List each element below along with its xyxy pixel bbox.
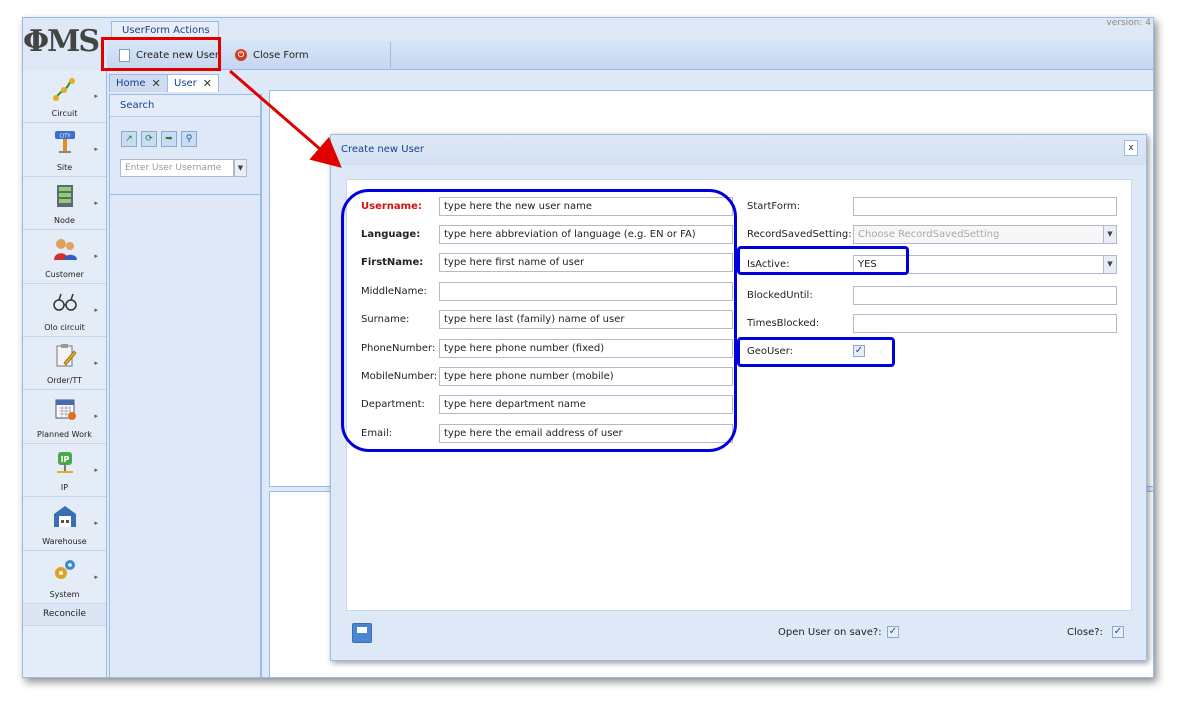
close-after-save-label: Close?:: [1067, 627, 1103, 638]
version-text: version: 4: [1106, 18, 1151, 28]
close-after-save-checkbox[interactable]: ✓: [1112, 626, 1124, 638]
sidebar-label: Olo circuit: [44, 322, 85, 332]
chevron-right-icon: ▸: [94, 465, 98, 474]
annotation-blue-outline-left-fields: [341, 189, 737, 452]
app-logo: ΦMS: [23, 24, 100, 59]
recordsavedsetting-label: RecordSavedSetting:: [747, 229, 852, 240]
chevron-right-icon: ▸: [94, 572, 98, 581]
toolbar: Create new User ⏻ Close Form: [107, 40, 1153, 70]
chevron-right-icon: ▸: [94, 305, 98, 314]
sidebar-item-system[interactable]: System ▸: [23, 551, 106, 604]
svg-text:IP: IP: [60, 455, 69, 464]
chevron-right-icon: ▸: [94, 519, 98, 528]
chevron-right-icon: ▸: [94, 92, 98, 100]
tab-home[interactable]: Home ✕: [109, 74, 168, 92]
tab-user[interactable]: User ✕: [167, 74, 220, 92]
node-rack-icon: [56, 184, 73, 207]
export-icon[interactable]: ↗: [121, 131, 137, 147]
sidebar-label: Planned Work: [37, 429, 92, 439]
dialog-title: Create new User: [331, 135, 1146, 165]
tab-strip: Home ✕ User ✕: [109, 72, 269, 92]
sidebar-item-customer[interactable]: Customer ▸: [23, 230, 106, 284]
refresh-icon[interactable]: ⟳: [141, 131, 157, 147]
search-username-input[interactable]: Enter User Username: [120, 159, 234, 177]
startform-input[interactable]: [853, 197, 1117, 216]
circuit-icon: [52, 78, 75, 101]
sidebar-label: Customer: [45, 269, 84, 279]
gears-icon: [54, 559, 75, 579]
sidebar-label: Circuit: [51, 109, 78, 119]
open-on-save-checkbox[interactable]: ✓: [887, 626, 899, 638]
chevron-right-icon: ▸: [94, 198, 98, 207]
close-form-label: Close Form: [253, 49, 309, 61]
clipboard-pencil-icon: [56, 343, 76, 367]
chevron-down-icon[interactable]: ▼: [1103, 226, 1116, 243]
chevron-right-icon: ▸: [94, 145, 98, 154]
sidebar-item-olo-circuit[interactable]: Olo circuit ▸: [23, 284, 106, 337]
power-icon: ⏻: [235, 49, 247, 61]
dialog-close-button[interactable]: x: [1124, 140, 1138, 156]
sidebar: Circuit ▸ CITY Site ▸ Node ▸ Customer ▸ …: [23, 70, 107, 677]
blockeduntil-label: BlockedUntil:: [747, 290, 813, 301]
search-toolbar: ↗ ⟳ ➥ ⚲: [121, 131, 197, 147]
sidebar-item-site[interactable]: CITY Site ▸: [23, 123, 106, 177]
recordsavedsetting-select[interactable]: Choose RecordSavedSetting: [853, 225, 1117, 244]
close-icon[interactable]: ✕: [152, 77, 161, 90]
sidebar-label: Order/TT: [46, 376, 83, 386]
annotation-red-box: [101, 37, 221, 71]
sidebar-item-circuit[interactable]: Circuit ▸: [23, 70, 106, 124]
search-panel-title: Search: [110, 95, 260, 117]
annotation-blue-box-geouser: [737, 337, 895, 367]
sidebar-label: System: [49, 589, 80, 599]
chevron-right-icon: ▸: [94, 358, 98, 367]
field-startform: StartForm:: [743, 197, 1128, 217]
sidebar-label: Warehouse: [42, 536, 87, 546]
tab-home-label: Home: [116, 78, 146, 89]
ip-icon: IP: [56, 451, 73, 473]
sidebar-item-reconcile[interactable]: Reconcile: [23, 603, 106, 626]
timesblocked-input[interactable]: [853, 314, 1117, 333]
sidebar-item-order-tt[interactable]: Order/TT ▸: [23, 337, 106, 391]
customer-users-icon: [53, 239, 77, 261]
chevron-right-icon: ▸: [94, 412, 98, 421]
search-panel-body: [110, 117, 260, 195]
sidebar-label: IP: [60, 483, 69, 493]
svg-text:CITY: CITY: [59, 134, 71, 140]
panel-splitter[interactable]: [261, 94, 269, 677]
field-blockeduntil: BlockedUntil:: [743, 286, 1128, 306]
sidebar-label: Site: [56, 162, 73, 172]
search-panel: Search: [109, 94, 261, 677]
close-form-button[interactable]: ⏻ Close Form: [229, 44, 315, 66]
dialog-footer: Open User on save?: ✓ Close?: ✓: [331, 610, 1146, 660]
binoculars-icon[interactable]: ⚲: [181, 131, 197, 147]
calendar-icon: [55, 399, 76, 421]
forward-icon[interactable]: ➥: [161, 131, 177, 147]
sidebar-item-node[interactable]: Node ▸: [23, 177, 106, 231]
sidebar-label: Node: [54, 216, 75, 226]
chevron-down-icon[interactable]: ▼: [1103, 256, 1116, 273]
sidebar-item-ip[interactable]: IP IP ▸: [23, 444, 106, 498]
timesblocked-label: TimesBlocked:: [747, 318, 820, 329]
city-sign-icon: CITY: [54, 131, 75, 154]
annotation-blue-box-isactive: [737, 246, 909, 275]
chevron-down-icon[interactable]: ▼: [234, 159, 247, 177]
sidebar-item-warehouse[interactable]: Warehouse ▸: [23, 497, 106, 551]
sidebar-item-planned-work[interactable]: Planned Work ▸: [23, 390, 106, 444]
field-timesblocked: TimesBlocked:: [743, 314, 1128, 334]
startform-label: StartForm:: [747, 201, 800, 212]
tab-user-label: User: [174, 78, 197, 89]
save-button[interactable]: [352, 623, 372, 643]
toolbar-separator: [390, 42, 391, 68]
close-icon[interactable]: ✕: [203, 77, 212, 90]
olo-circuit-icon: [52, 293, 77, 311]
warehouse-icon: [53, 506, 76, 528]
open-on-save-label: Open User on save?:: [778, 627, 882, 638]
blockeduntil-input[interactable]: [853, 286, 1117, 305]
field-recordsavedsetting: RecordSavedSetting: Choose RecordSavedSe…: [743, 225, 1128, 245]
chevron-right-icon: ▸: [94, 252, 98, 261]
